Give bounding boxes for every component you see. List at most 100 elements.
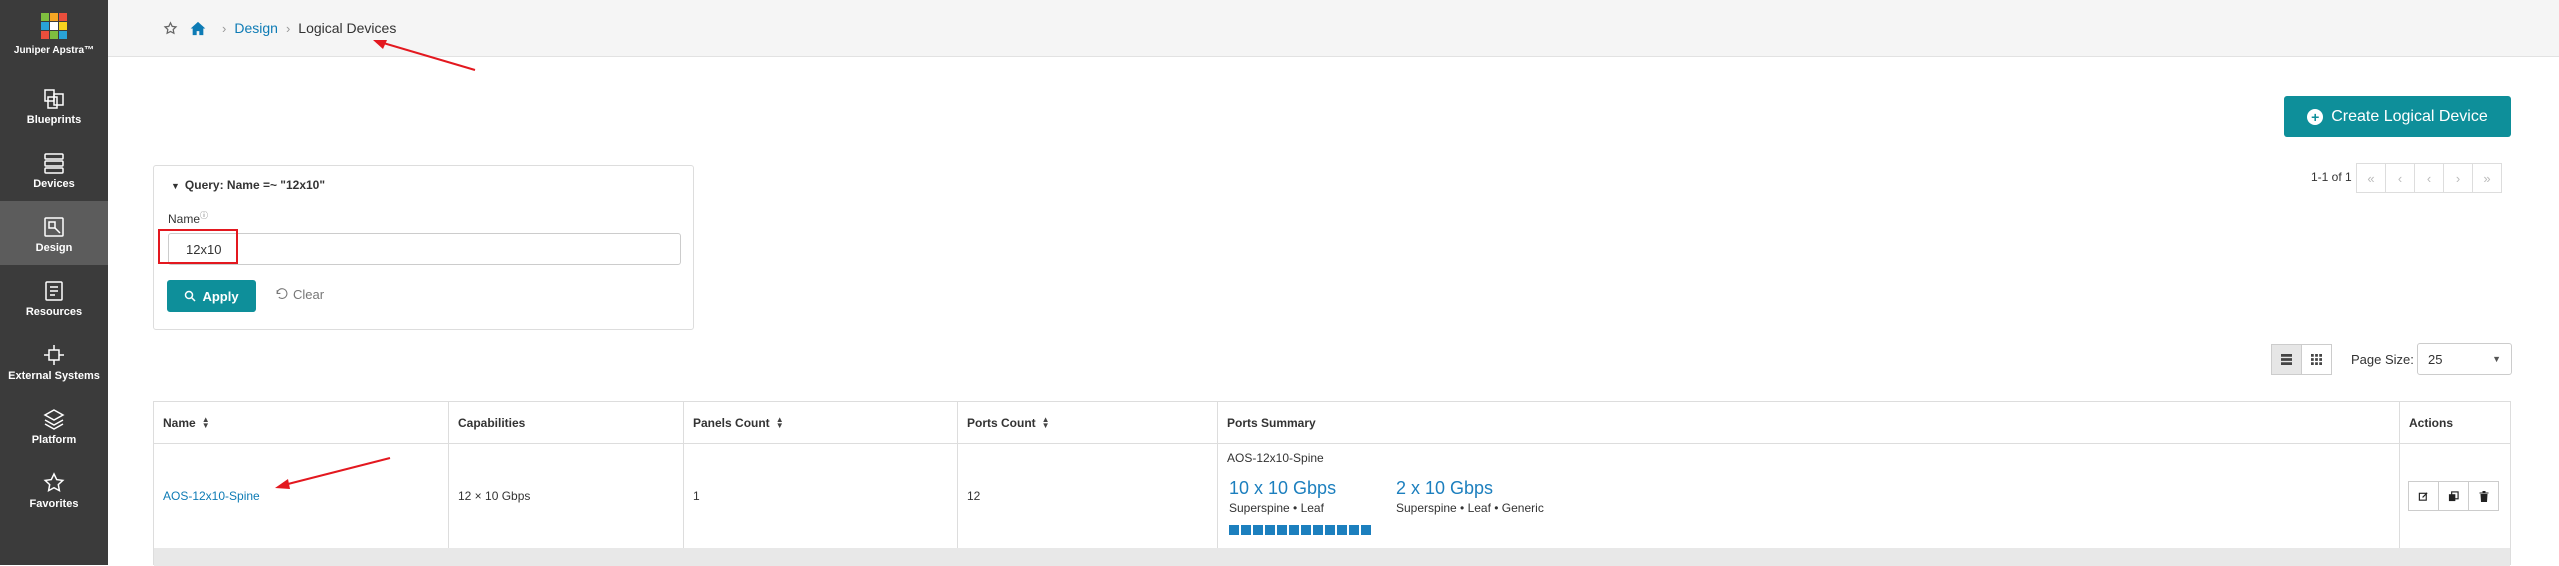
table-view-button[interactable] <box>2271 344 2302 375</box>
brand[interactable]: Juniper Apstra™ <box>0 0 108 73</box>
clear-button[interactable]: Clear <box>275 287 324 302</box>
breadcrumb-separator: › <box>222 20 227 36</box>
port-square <box>1325 525 1335 535</box>
sidebar-item-resources[interactable]: Resources <box>0 265 108 329</box>
port-group-roles: Superspine • Leaf <box>1229 501 1324 515</box>
ports-summary-title: AOS-12x10-Spine <box>1227 451 1324 465</box>
port-square <box>1289 525 1299 535</box>
grid-view-icon <box>2311 354 2322 365</box>
sidebar-item-external-systems[interactable]: External Systems <box>0 329 108 393</box>
port-square <box>1277 525 1287 535</box>
column-label: Actions <box>2409 415 2454 430</box>
page-size-select[interactable]: 25 ▼ <box>2417 343 2512 375</box>
first-page-button[interactable]: « <box>2356 163 2386 193</box>
cell-panels-count: 1 <box>684 444 958 548</box>
port-group-speed: 2 x 10 Gbps <box>1396 478 1494 498</box>
undo-icon <box>276 288 288 299</box>
port-square <box>1349 525 1359 535</box>
query-toggle[interactable]: ▼ Query: Name =~ "12x10" <box>171 178 325 192</box>
plus-icon: + <box>2307 108 2324 125</box>
table-row: AOS-12x10-Spine 12 × 10 Gbps 1 12 AOS-12… <box>154 444 2510 548</box>
edit-button[interactable] <box>2408 481 2439 511</box>
devices-icon <box>44 153 64 174</box>
column-header-ports-count[interactable]: Ports Count ▲ ▼ <box>958 402 1218 443</box>
name-filter-input[interactable] <box>168 233 681 265</box>
breadcrumb-current: Logical Devices <box>298 20 397 36</box>
port-group-speed: 10 x 10 Gbps <box>1229 478 1337 498</box>
name-filter-label: Nameⓘ <box>168 210 208 226</box>
last-page-button[interactable]: » <box>2472 163 2502 193</box>
column-header-actions: Actions <box>2400 402 2512 443</box>
sidebar-item-label: Design <box>35 242 73 254</box>
external-systems-icon <box>44 345 64 365</box>
page-size-label: Page Size: <box>2351 352 2414 367</box>
clone-icon <box>2448 490 2459 501</box>
sidebar-item-design[interactable]: Design <box>0 201 108 265</box>
sidebar-item-blueprints[interactable]: Blueprints <box>0 73 108 137</box>
column-label: Ports Summary <box>1227 415 1316 430</box>
breadcrumb-separator: › <box>285 20 291 36</box>
column-label: Ports Count <box>967 415 1036 430</box>
caret-down-icon: ▼ <box>2492 354 2501 364</box>
delete-button[interactable] <box>2468 481 2499 511</box>
edit-icon <box>2418 491 2428 501</box>
prev-page-button[interactable]: ‹ <box>2414 163 2444 193</box>
port-square <box>1229 525 1239 535</box>
apstra-logo <box>41 13 67 39</box>
clone-button[interactable] <box>2438 481 2469 511</box>
view-toggle <box>2271 344 2332 375</box>
cell-actions <box>2400 444 2512 548</box>
port-group-roles: Superspine • Leaf • Generic <box>1396 501 1544 515</box>
home-icon[interactable] <box>190 21 206 36</box>
port-square <box>1301 525 1311 535</box>
column-header-capabilities: Capabilities <box>449 402 684 443</box>
sidebar: Juniper Apstra™ Blueprints Devices Desig… <box>0 0 108 565</box>
sidebar-item-devices[interactable]: Devices <box>0 137 108 201</box>
sort-icon[interactable]: ▲ ▼ <box>776 415 784 429</box>
ports-count-value: 12 <box>967 489 981 503</box>
horizontal-scrollbar[interactable] <box>154 548 2510 566</box>
column-label: Capabilities <box>458 415 526 430</box>
sidebar-item-label: Resources <box>25 306 83 318</box>
sidebar-item-favorites[interactable]: Favorites <box>0 457 108 521</box>
sort-icon[interactable]: ▲ ▼ <box>202 415 210 429</box>
pagination-controls: « ‹ ‹ › » <box>2356 163 2502 193</box>
prev-group-button[interactable]: ‹ <box>2385 163 2415 193</box>
capabilities-value: 12 × 10 Gbps <box>458 489 531 503</box>
favorite-star-icon[interactable] <box>163 20 178 36</box>
sidebar-item-label: Blueprints <box>26 114 82 126</box>
panels-count-value: 1 <box>693 489 700 503</box>
port-bar <box>1229 525 1373 535</box>
platform-icon <box>43 409 65 430</box>
grid-view-button[interactable] <box>2301 344 2332 375</box>
column-header-ports-summary: Ports Summary <box>1218 402 2400 443</box>
search-icon <box>185 290 196 302</box>
logical-devices-table: Name ▲ ▼ Capabilities Panels Count ▲ ▼ Por… <box>153 401 2512 566</box>
column-header-panels-count[interactable]: Panels Count ▲ ▼ <box>684 402 958 443</box>
column-header-name[interactable]: Name ▲ ▼ <box>154 402 449 443</box>
apply-button[interactable]: Apply <box>167 280 256 312</box>
resources-icon <box>45 281 63 301</box>
port-square <box>1337 525 1347 535</box>
port-square <box>1241 525 1251 535</box>
breadcrumb-design-link[interactable]: Design <box>234 20 278 36</box>
sidebar-item-platform[interactable]: Platform <box>0 393 108 457</box>
trash-icon <box>2479 490 2488 502</box>
name-label-text: Name <box>168 212 201 226</box>
port-square <box>1253 525 1263 535</box>
design-icon <box>44 217 64 237</box>
column-label: Name <box>163 415 196 430</box>
sort-icon[interactable]: ▲ ▼ <box>1042 415 1050 429</box>
info-icon[interactable]: ⓘ <box>200 211 208 220</box>
cell-ports-count: 12 <box>958 444 1218 548</box>
create-logical-device-button[interactable]: + Create Logical Device <box>2284 96 2511 137</box>
port-group: 2 x 10 Gbps Superspine • Leaf • Generic <box>1396 478 1544 515</box>
cell-name: AOS-12x10-Spine <box>154 444 449 548</box>
next-page-button[interactable]: › <box>2443 163 2473 193</box>
port-square <box>1361 525 1371 535</box>
table-view-icon <box>2281 354 2292 365</box>
sidebar-item-label: Platform <box>31 434 77 446</box>
logical-device-link[interactable]: AOS-12x10-Spine <box>163 489 260 503</box>
port-group: 10 x 10 Gbps Superspine • Leaf <box>1229 478 1336 515</box>
caret-down-icon: ▼ <box>171 181 180 191</box>
